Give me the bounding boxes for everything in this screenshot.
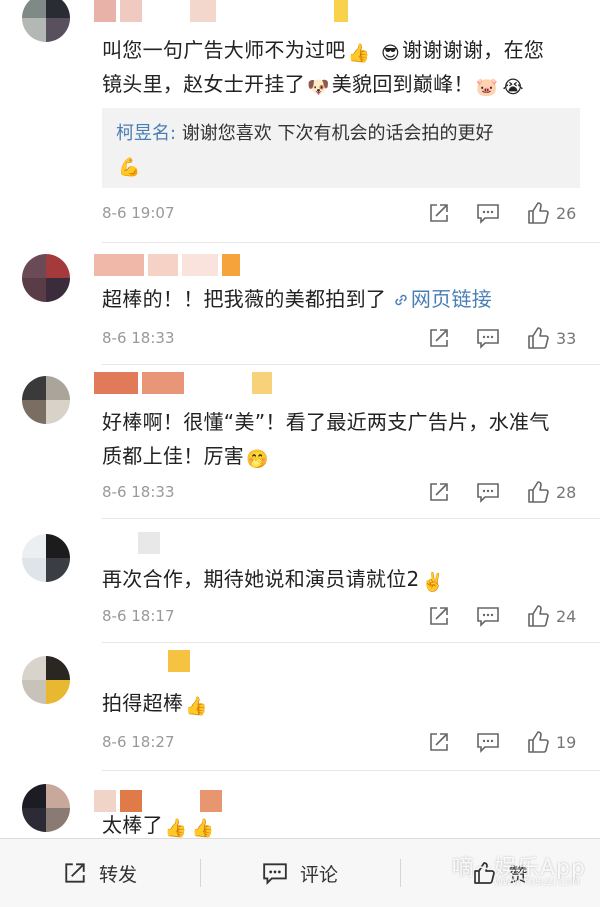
flex-arm-emoji-icon: 💪	[118, 157, 141, 178]
reply-text: 谢谢您喜欢 下次有机会的话会拍的更好	[181, 123, 494, 144]
comment-bar-button[interactable]: 评论	[200, 839, 400, 907]
divider	[102, 518, 600, 519]
avatar[interactable]	[22, 534, 70, 582]
avatar[interactable]	[22, 656, 70, 704]
thumbs-up-emoji-icon: 👍	[185, 696, 208, 717]
link-icon	[395, 294, 407, 306]
repost-bar-button[interactable]: 转发	[0, 839, 200, 907]
repost-button[interactable]	[428, 605, 450, 627]
username-blurred[interactable]	[94, 0, 348, 22]
divider	[102, 770, 600, 771]
username-blurred[interactable]	[94, 254, 240, 276]
victory-hand-emoji-icon: ✌️	[421, 572, 445, 593]
like-button[interactable]: 26	[526, 201, 578, 225]
comment-text: 太棒了 👍 👍	[102, 813, 215, 839]
like-button[interactable]: 24	[526, 604, 578, 628]
comment-text: 好棒啊！很懂“美”！看了最近两支广告片，水准气 质都上佳！厉害 🤭	[102, 410, 550, 470]
comment-bubble-icon	[477, 329, 499, 349]
like-button[interactable]: 19	[526, 730, 578, 754]
doge-emoji-icon: 🐶	[307, 77, 330, 98]
blushing-emoji-icon: 🤭	[246, 449, 269, 470]
comment-label: 评论	[299, 863, 338, 886]
comment-actions: 24	[402, 603, 578, 629]
username-blurred[interactable]	[94, 650, 190, 672]
pig-emoji-icon: 🐷	[475, 77, 499, 98]
sunglasses-emoji-icon: 😎	[381, 43, 401, 64]
comment-meta: 8-6 19:07 26	[102, 200, 578, 226]
crying-emoji-icon: 😭	[502, 77, 524, 98]
share-arrow-icon	[430, 483, 448, 501]
comment-meta: 8-6 18:33 33	[102, 325, 578, 351]
reply-button[interactable]	[476, 202, 500, 224]
repost-button[interactable]	[428, 481, 450, 503]
comment-bubble-icon	[263, 863, 287, 885]
avatar[interactable]	[22, 254, 70, 302]
comment-actions: 28	[402, 479, 578, 505]
divider	[102, 242, 600, 243]
comment-text: 超棒的！！把我薇的美都拍到了 网页链接	[102, 287, 493, 311]
comment-meta: 8-6 18:27 19	[102, 729, 578, 755]
comment-meta: 8-6 18:33 28	[102, 479, 578, 505]
watermark-url: WWW.TOSUZI.COM	[493, 878, 580, 888]
reply-author[interactable]: 柯昱名:	[116, 123, 176, 144]
comment-bubble-icon	[477, 607, 499, 627]
comment-actions: 26	[402, 200, 578, 226]
avatar[interactable]	[22, 0, 70, 42]
web-link[interactable]: 网页链接	[393, 287, 492, 311]
like-count: 24	[556, 606, 577, 626]
reply-button[interactable]	[476, 731, 500, 753]
comment-bubble-icon	[477, 733, 499, 753]
comment-time: 8-6 18:33	[102, 483, 175, 501]
comment-time: 8-6 18:17	[102, 607, 175, 625]
divider	[102, 364, 600, 365]
thumbs-up-emoji-icon: 👍	[164, 818, 188, 839]
repost-button[interactable]	[428, 731, 450, 753]
like-button[interactable]: 28	[526, 480, 578, 504]
like-count: 19	[556, 732, 577, 752]
share-arrow-icon	[65, 863, 85, 883]
divider	[102, 642, 600, 643]
thumbs-up-emoji-icon: 👍	[191, 818, 215, 839]
comment-actions: 19	[402, 729, 578, 755]
share-arrow-icon	[430, 607, 448, 625]
username-blurred[interactable]	[94, 372, 272, 394]
thumbs-up-icon	[528, 202, 549, 224]
comment-time: 8-6 18:27	[102, 733, 175, 751]
like-count: 33	[556, 328, 577, 348]
thumbs-up-icon	[528, 605, 549, 627]
like-count: 26	[556, 203, 577, 223]
thumbs-up-emoji-icon: 👍	[347, 43, 371, 64]
comment-text: 拍得超棒 👍	[102, 691, 208, 717]
comment-text: 再次合作，期待她说和演员请就位2 ✌️	[102, 567, 445, 593]
comment-time: 8-6 18:33	[102, 329, 175, 347]
reply-button[interactable]	[476, 481, 500, 503]
comment-bubble-icon	[477, 483, 499, 503]
repost-label: 转发	[98, 863, 137, 886]
thumbs-up-icon	[528, 327, 549, 349]
like-count: 28	[556, 482, 577, 502]
comment-text: 叫您一句广告大师不为过吧 👍 😎 谢谢谢谢，在您 镜头里，赵女士开挂了 🐶 美貌回到巅峰…	[102, 38, 545, 98]
avatar[interactable]	[22, 376, 70, 424]
repost-button[interactable]	[428, 327, 450, 349]
comment-bubble-icon	[477, 204, 499, 224]
comment-actions: 33	[402, 325, 578, 351]
avatar[interactable]	[22, 784, 70, 832]
share-arrow-icon	[430, 329, 448, 347]
share-arrow-icon	[430, 204, 448, 222]
like-button[interactable]: 33	[526, 326, 578, 350]
thumbs-up-icon	[528, 481, 549, 503]
share-arrow-icon	[430, 733, 448, 751]
author-reply[interactable]: 柯昱名: 谢谢您喜欢 下次有机会的话会拍的更好 💪	[102, 108, 580, 188]
reply-button[interactable]	[476, 327, 500, 349]
reply-button[interactable]	[476, 605, 500, 627]
repost-button[interactable]	[428, 202, 450, 224]
comment-meta: 8-6 18:17 24	[102, 603, 578, 629]
comment-time: 8-6 19:07	[102, 204, 175, 222]
username-blurred[interactable]	[94, 532, 160, 554]
thumbs-up-icon	[528, 731, 549, 753]
